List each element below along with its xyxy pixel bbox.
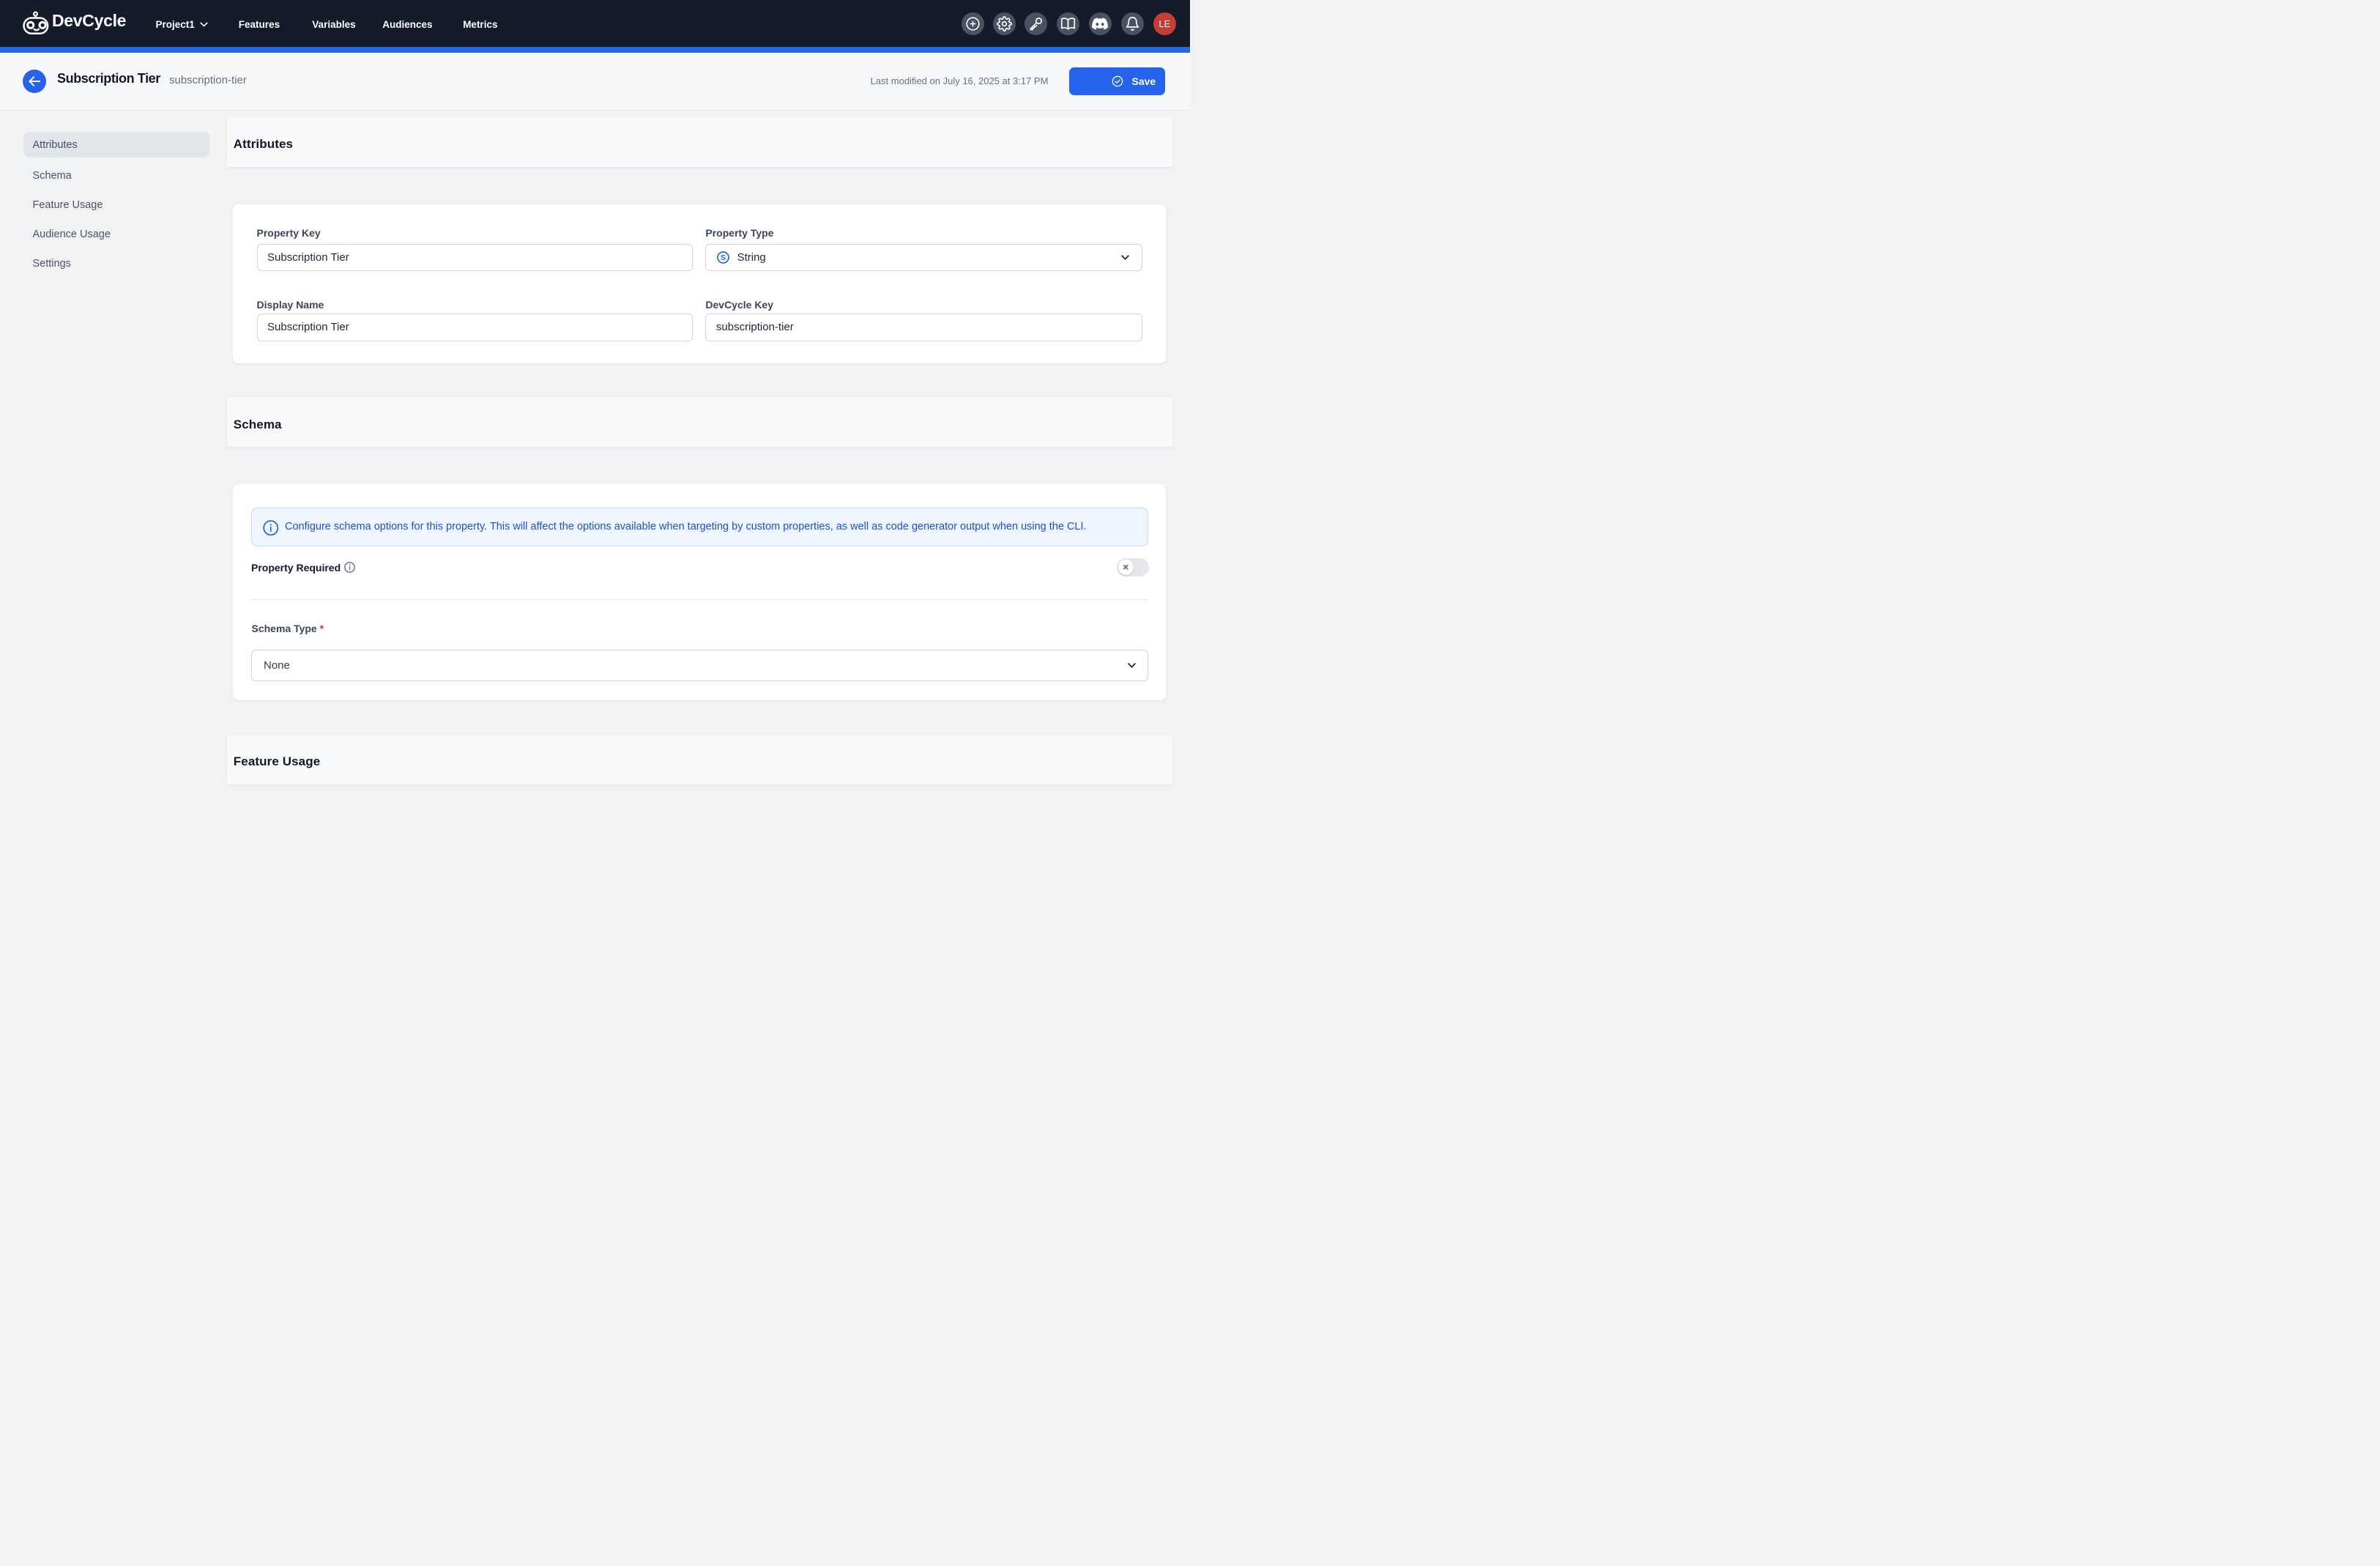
svg-text:S: S (721, 253, 726, 262)
